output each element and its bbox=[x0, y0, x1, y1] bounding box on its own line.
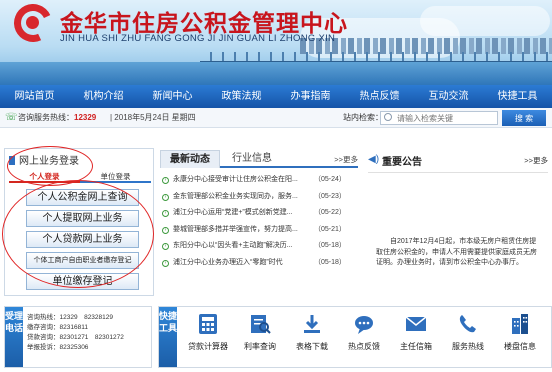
quick-rate-query[interactable]: 利率查询 bbox=[235, 313, 285, 365]
news-title[interactable]: 浦江分中心业务办理迈入“零跑”时代 bbox=[173, 255, 301, 272]
quick-label: 表格下载 bbox=[296, 342, 328, 351]
speaker-icon: ◀) bbox=[368, 154, 380, 165]
news-date: （05-21） bbox=[314, 225, 346, 233]
search-input[interactable] bbox=[380, 111, 498, 125]
news-item[interactable]: › 浦江分中心业务办理迈入“零跑”时代 （05-18） bbox=[160, 255, 358, 272]
bullet-icon: › bbox=[162, 226, 169, 234]
phone-icon: ☏ bbox=[5, 112, 18, 123]
hotline-line: 缴存咨询：82316811 bbox=[27, 324, 88, 331]
quick-label: 利率查询 bbox=[244, 342, 276, 351]
rate-query-icon bbox=[251, 315, 271, 334]
quick-label: 服务热线 bbox=[452, 342, 484, 351]
quick-label: 贷款计算器 bbox=[188, 342, 228, 351]
building-icon bbox=[512, 314, 528, 334]
banner-cloud bbox=[420, 6, 550, 36]
news-date: （05-18） bbox=[314, 242, 346, 249]
header-banner: 金华市住房公积金管理中心 JIN HUA SHI ZHU FANG GONG J… bbox=[0, 0, 552, 85]
quick-tools-block: 快捷工具 贷款计算器 利率查询 表格下载 热点反馈 主任信箱 服务热线 楼盘信息 bbox=[158, 306, 552, 368]
news-more-link[interactable]: >>更多 bbox=[334, 154, 358, 165]
bullet-icon: › bbox=[162, 259, 169, 267]
hotline-line: 贷款咨询：82301271 82301272 bbox=[27, 334, 124, 341]
calculator-icon bbox=[199, 314, 217, 334]
nav-home[interactable]: 网站首页 bbox=[0, 85, 69, 108]
bullet-icon: › bbox=[162, 193, 169, 201]
feedback-icon bbox=[355, 316, 373, 334]
tab-industry-info[interactable]: 行业信息 bbox=[224, 150, 280, 168]
news-date: （05-22） bbox=[314, 209, 346, 216]
nav-about[interactable]: 机构介绍 bbox=[69, 85, 138, 108]
bullet-icon: › bbox=[162, 243, 169, 250]
nav-tools[interactable]: 快捷工具 bbox=[483, 85, 552, 108]
download-icon bbox=[304, 315, 320, 333]
current-date: | 2018年5月24日 星期四 bbox=[110, 113, 196, 122]
news-title[interactable]: 金东管理部公积金业务实现同办，服务... bbox=[173, 189, 301, 206]
hotline-label: 受理电话 bbox=[5, 307, 23, 367]
news-item[interactable]: › 婺城管理部多措并举强宣传，努力提高... （05-21） bbox=[160, 222, 358, 239]
hotline-text: 咨询服务热线：12329 bbox=[18, 112, 96, 123]
mail-icon bbox=[405, 316, 427, 331]
news-title[interactable]: 东阳分中心以“因头看+主动跑”解决历... bbox=[173, 238, 301, 255]
tab-latest-news[interactable]: 最新动态 bbox=[160, 150, 220, 168]
hotline-line: 举报投诉：82325306 bbox=[27, 344, 89, 351]
notice-text[interactable]: 自2017年12月4日起，市本级无房户租赁住房提取住房公积金的，申请人不用需要提… bbox=[376, 237, 541, 269]
news-date: （05-18） bbox=[314, 258, 346, 266]
quick-form-download[interactable]: 表格下载 bbox=[287, 313, 337, 365]
search-button[interactable]: 搜 索 bbox=[502, 110, 546, 126]
search-icon bbox=[384, 113, 392, 121]
notice-more-link[interactable]: >>更多 bbox=[524, 155, 548, 166]
quick-label: 主任信箱 bbox=[400, 342, 432, 351]
notice-header: ◀) 重要公告 >>更多 bbox=[368, 153, 548, 168]
main-nav: 网站首页 机构介绍 新闻中心 政策法规 办事指南 热点反馈 互动交流 快捷工具 bbox=[0, 85, 552, 108]
nav-guide[interactable]: 办事指南 bbox=[276, 85, 345, 108]
hotline-lines: 咨询热线：12329 82328129 缴存咨询：82316811 贷款咨询：8… bbox=[27, 313, 124, 353]
annotation-circle bbox=[2, 180, 154, 288]
news-item[interactable]: › 东阳分中心以“因头看+主动跑”解决历... （05-18） bbox=[160, 238, 358, 255]
news-date: （05-23） bbox=[314, 192, 346, 200]
hotline-line: 咨询热线：12329 82328129 bbox=[27, 314, 113, 321]
news-tabs: 最新动态 行业信息 >>更多 bbox=[160, 150, 358, 168]
hotline-label: 咨询服务热线： bbox=[18, 113, 74, 122]
notice-title: 重要公告 bbox=[382, 157, 422, 168]
quick-director-mailbox[interactable]: 主任信箱 bbox=[391, 313, 441, 365]
quick-property-info[interactable]: 楼盘信息 bbox=[495, 313, 545, 365]
site-pinyin: JIN HUA SHI ZHU FANG GONG JI JIN GUAN LI… bbox=[60, 33, 336, 44]
quick-label: 楼盘信息 bbox=[504, 342, 536, 351]
news-date: （05-24） bbox=[314, 176, 346, 183]
nav-interaction[interactable]: 互动交流 bbox=[414, 85, 483, 108]
news-title[interactable]: 浦江分中心运用“党建+”模式创新党建... bbox=[173, 205, 301, 222]
quick-label: 热点反馈 bbox=[348, 342, 380, 351]
quick-hot-feedback[interactable]: 热点反馈 bbox=[339, 313, 389, 365]
news-item[interactable]: › 永康分中心接受审计让住房公积金在阳... （05-24） bbox=[160, 172, 358, 189]
notice-box: 自2017年12月4日起，市本级无房户租赁住房提取住房公积金的，申请人不用需要提… bbox=[368, 172, 548, 298]
nav-feedback[interactable]: 热点反馈 bbox=[345, 85, 414, 108]
bullet-icon: › bbox=[162, 177, 169, 184]
news-item[interactable]: › 金东管理部公积金业务实现同办，服务... （05-23） bbox=[160, 189, 358, 206]
nav-news[interactable]: 新闻中心 bbox=[138, 85, 207, 108]
hotline-block: 受理电话 咨询热线：12329 82328129 缴存咨询：82316811 贷… bbox=[4, 306, 152, 368]
hotline-number: 12329 bbox=[74, 113, 97, 122]
bullet-icon: › bbox=[162, 210, 169, 217]
quick-tools-label: 快捷工具 bbox=[159, 307, 177, 367]
news-list: › 永康分中心接受审计让住房公积金在阳... （05-24） › 金东管理部公积金业务… bbox=[160, 172, 358, 271]
phone-icon bbox=[459, 315, 476, 333]
news-title[interactable]: 婺城管理部多措并举强宣传，努力提高... bbox=[173, 222, 301, 239]
news-item[interactable]: › 浦江分中心运用“党建+”模式创新党建... （05-22） bbox=[160, 205, 358, 222]
quick-loan-calculator[interactable]: 贷款计算器 bbox=[183, 313, 233, 365]
info-bar: ☏ 咨询服务热线：12329 | 2018年5月24日 星期四 站内检索： 搜 … bbox=[0, 108, 552, 128]
search-label: 站内检索： bbox=[343, 113, 383, 122]
logo-dot bbox=[26, 16, 39, 29]
nav-policy[interactable]: 政策法规 bbox=[207, 85, 276, 108]
news-title[interactable]: 永康分中心接受审计让住房公积金在阳... bbox=[173, 172, 301, 189]
quick-service-hotline[interactable]: 服务热线 bbox=[443, 313, 493, 365]
banner-water bbox=[0, 62, 552, 85]
